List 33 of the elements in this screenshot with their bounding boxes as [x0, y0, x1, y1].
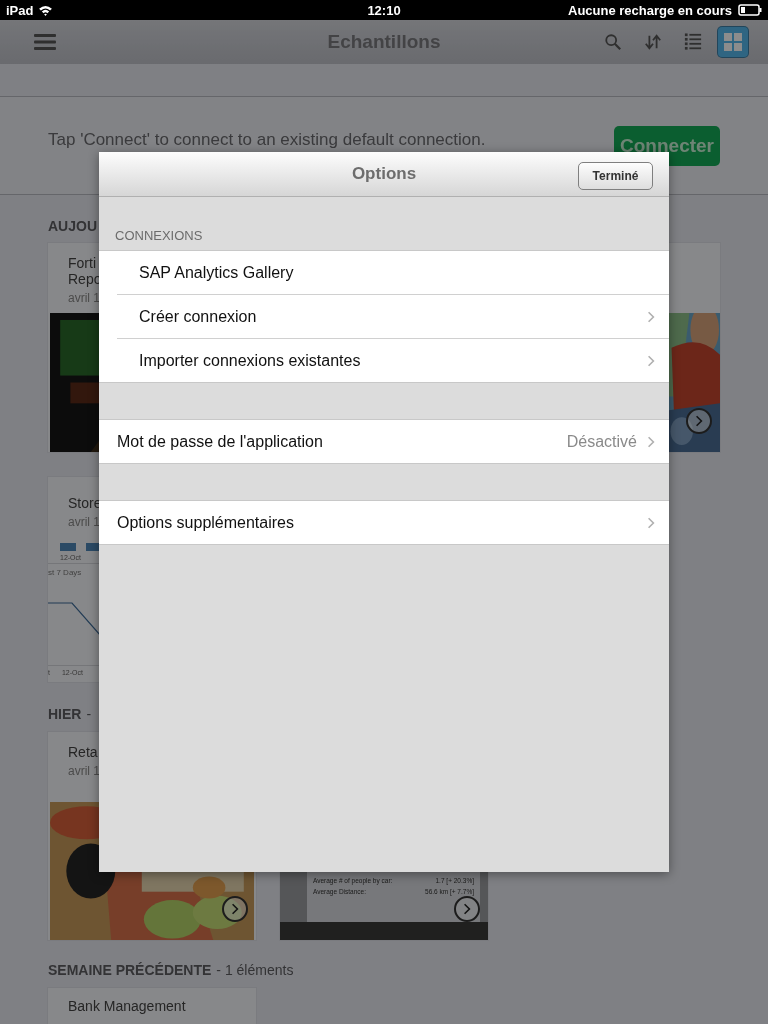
- list-icon: [684, 33, 702, 51]
- wifi-icon: [38, 4, 54, 16]
- menu-icon: [34, 33, 56, 51]
- sort-icon: [644, 33, 662, 51]
- bar-strip-drawing: [60, 543, 102, 551]
- card-date: avril 1: [68, 515, 100, 529]
- next-button[interactable]: [454, 896, 480, 922]
- clock: 12:10: [367, 2, 401, 18]
- dialog-title: Options: [351, 164, 417, 184]
- connect-message: Tap 'Connect' to connect to an existing default connection.: [48, 129, 486, 150]
- card-date: avril 1: [68, 291, 100, 305]
- group-header: CONNEXIONS: [115, 228, 203, 243]
- card-title: Reta: [68, 744, 99, 760]
- grid-icon: [723, 32, 743, 52]
- carrier-label: iPad: [6, 2, 34, 18]
- section-count: - 1 éléments: [216, 962, 294, 978]
- report-card[interactable]: Bank Management: [48, 988, 256, 1024]
- section-title: SEMAINE PRÉCÉDENTE: [48, 962, 212, 978]
- section-title: AUJOU: [48, 218, 97, 234]
- card-title: Bank Management: [68, 998, 187, 1014]
- chevron-icon: [231, 903, 239, 915]
- search-icon: [604, 33, 622, 51]
- section-title: HIER: [48, 706, 82, 722]
- battery-icon: [738, 4, 762, 16]
- chevron-icon: [463, 903, 471, 915]
- next-button[interactable]: [222, 896, 248, 922]
- next-button[interactable]: [686, 408, 712, 434]
- done-button[interactable]: Terminé: [578, 162, 653, 190]
- section-count: -: [86, 706, 92, 722]
- battery-text: Aucune recharge en cours: [568, 2, 732, 18]
- chevron-icon: [695, 415, 703, 427]
- card-date: avril 1: [68, 764, 100, 778]
- toolbar-button[interactable]: [718, 27, 748, 57]
